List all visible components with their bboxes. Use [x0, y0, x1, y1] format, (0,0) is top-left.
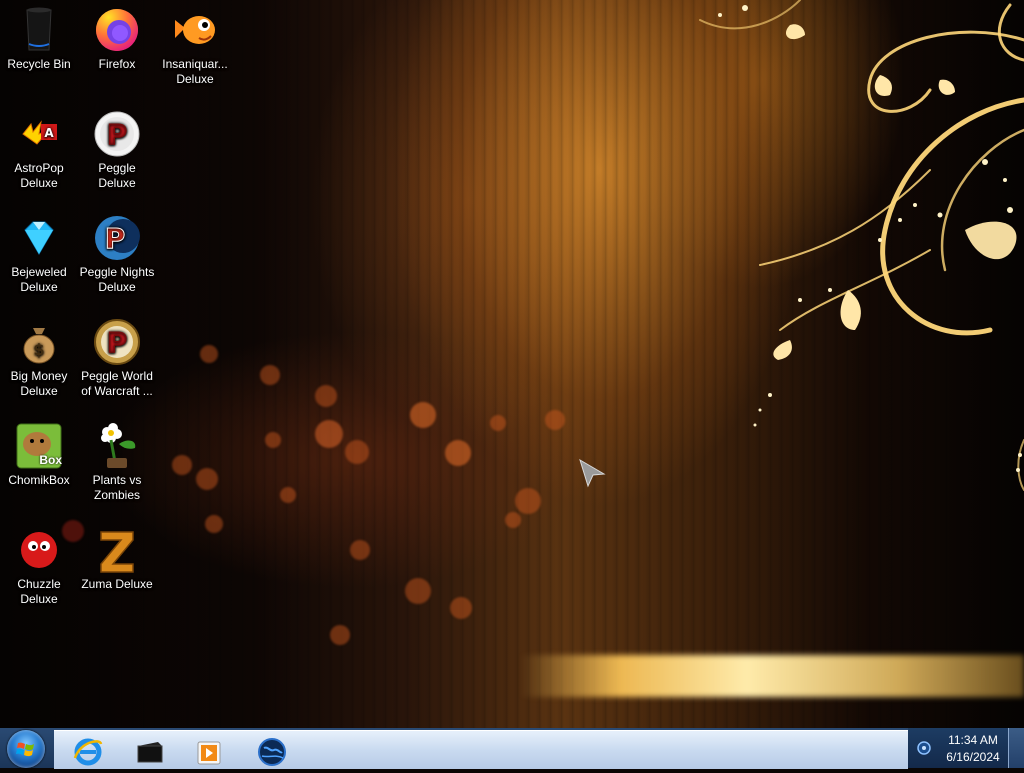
desktop-icon-label: Peggle Nights Deluxe [79, 265, 155, 294]
desktop-icon-zuma[interactable]: Zuma Deluxe [78, 526, 156, 592]
taskbar-button-area [54, 730, 908, 769]
taskbar-pin-globe-app[interactable] [244, 733, 300, 771]
library-icon [137, 742, 163, 763]
desktop-icon-label: ChomikBox [8, 473, 70, 487]
diamond-gem-icon [15, 214, 63, 262]
desktop-icon-chuzzle[interactable]: Chuzzle Deluxe [0, 526, 78, 607]
taskbar-pin-internet-explorer[interactable] [60, 733, 116, 771]
globe-app-icon [258, 738, 286, 766]
clock-date: 6/16/2024 [946, 750, 1000, 764]
svg-text:P: P [107, 118, 128, 151]
desktop-icon-label: Zuma Deluxe [81, 577, 153, 591]
taskbar-pin-media-player[interactable] [180, 733, 236, 771]
desktop-icon-astropop[interactable]: A AstroPop Deluxe [0, 110, 78, 191]
svg-text:P: P [107, 326, 128, 359]
desktop-icon-label: Bejeweled Deluxe [11, 265, 67, 294]
start-button[interactable] [7, 730, 45, 768]
desktop-icon-insaniquarium[interactable]: Insaniquar... Deluxe [156, 6, 234, 87]
desktop-icon-recycle-bin[interactable]: Recycle Bin [0, 6, 78, 72]
desktop-icon-label: Peggle Deluxe [98, 161, 136, 190]
desktop-icon-peggle[interactable]: P Peggle Deluxe [78, 110, 156, 191]
astropop-icon: A [15, 110, 63, 158]
desktop-icon-plants-vs-zombies[interactable]: Plants vs Zombies [78, 422, 156, 503]
flower-plant-icon [93, 422, 141, 470]
money-bag-icon: $ [15, 318, 63, 366]
desktop-icon-label: Insaniquar... Deluxe [162, 57, 228, 86]
peggle-nights-icon: P [93, 214, 141, 262]
chomikbox-badge: Box [39, 453, 62, 467]
clock-time: 11:34 AM [948, 733, 998, 747]
network-tray-icon[interactable] [916, 740, 932, 756]
desktop-icon-label: Chuzzle Deluxe [17, 577, 61, 606]
show-desktop-button[interactable] [1008, 728, 1024, 768]
desktop-icon-chomikbox[interactable]: Box ChomikBox [0, 422, 78, 488]
svg-text:P: P [105, 222, 126, 255]
desktop-icon-label: Big Money Deluxe [10, 369, 68, 398]
desktop-icon-peggle-nights[interactable]: P Peggle Nights Deluxe [78, 214, 156, 295]
internet-explorer-icon [73, 738, 103, 766]
peggle-wow-icon: P [93, 318, 141, 366]
recycle-bin-icon [15, 6, 63, 54]
desktop-icon-label: Recycle Bin [7, 57, 71, 71]
mouse-cursor-icon [579, 458, 606, 488]
desktop-icon-label: Firefox [98, 57, 136, 71]
desktop-icon-big-money[interactable]: $ Big Money Deluxe [0, 318, 78, 399]
chuzzle-icon [15, 526, 63, 574]
taskbar-clock[interactable]: 11:34 AM 6/16/2024 [940, 732, 1006, 766]
zuma-icon [93, 526, 141, 574]
svg-text:A: A [44, 126, 54, 140]
desktop-icon-label: Plants vs Zombies [92, 473, 142, 502]
desktop-icon-peggle-wow[interactable]: P Peggle World of Warcraft ... [78, 318, 156, 399]
media-player-icon [197, 741, 221, 765]
svg-text:$: $ [33, 340, 44, 359]
goldfish-icon [171, 6, 219, 54]
desktop-icon-label: Peggle World of Warcraft ... [81, 369, 153, 398]
desktop-icon-firefox[interactable]: Firefox [78, 6, 156, 72]
windows-logo-icon [16, 742, 34, 757]
firefox-icon [93, 6, 141, 54]
peggle-icon: P [93, 110, 141, 158]
taskbar-pin-library[interactable] [122, 733, 178, 771]
desktop-icon-label: AstroPop Deluxe [14, 161, 64, 190]
desktop-icon-bejeweled[interactable]: Bejeweled Deluxe [0, 214, 78, 295]
hamster-box-icon: Box [15, 422, 63, 470]
taskbar [0, 728, 1024, 769]
